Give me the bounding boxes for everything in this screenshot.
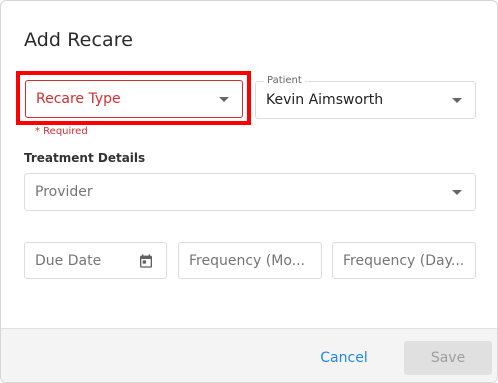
treatment-details-heading: Treatment Details	[24, 151, 146, 165]
recare-type-placeholder: Recare Type	[36, 91, 121, 107]
cancel-button[interactable]: Cancel	[312, 343, 376, 373]
chevron-down-icon	[452, 98, 462, 103]
frequency-months-placeholder: Frequency (Mo...	[189, 252, 305, 269]
recare-type-select[interactable]: Recare Type	[25, 80, 243, 118]
patient-value: Kevin Aimsworth	[266, 92, 384, 108]
dialog-title: Add Recare	[24, 29, 134, 51]
patient-select[interactable]: Patient Kevin Aimsworth	[255, 75, 476, 119]
patient-label: Patient	[264, 75, 305, 86]
dialog-footer: Cancel Save	[1, 328, 497, 382]
chevron-down-icon	[219, 97, 229, 102]
frequency-days-placeholder: Frequency (Day...	[343, 252, 465, 269]
chevron-down-icon	[452, 190, 462, 195]
provider-placeholder: Provider	[35, 184, 93, 200]
due-date-placeholder: Due Date	[35, 252, 102, 269]
add-recare-dialog: Add Recare Recare Type * Required Patien…	[0, 0, 498, 383]
calendar-icon[interactable]	[138, 253, 154, 269]
required-helper-text: * Required	[35, 126, 88, 137]
save-button[interactable]: Save	[404, 341, 492, 375]
provider-select[interactable]: Provider	[24, 173, 476, 211]
frequency-days-input[interactable]: Frequency (Day...	[332, 242, 476, 279]
frequency-months-input[interactable]: Frequency (Mo...	[178, 242, 322, 279]
due-date-input[interactable]: Due Date	[24, 242, 167, 279]
